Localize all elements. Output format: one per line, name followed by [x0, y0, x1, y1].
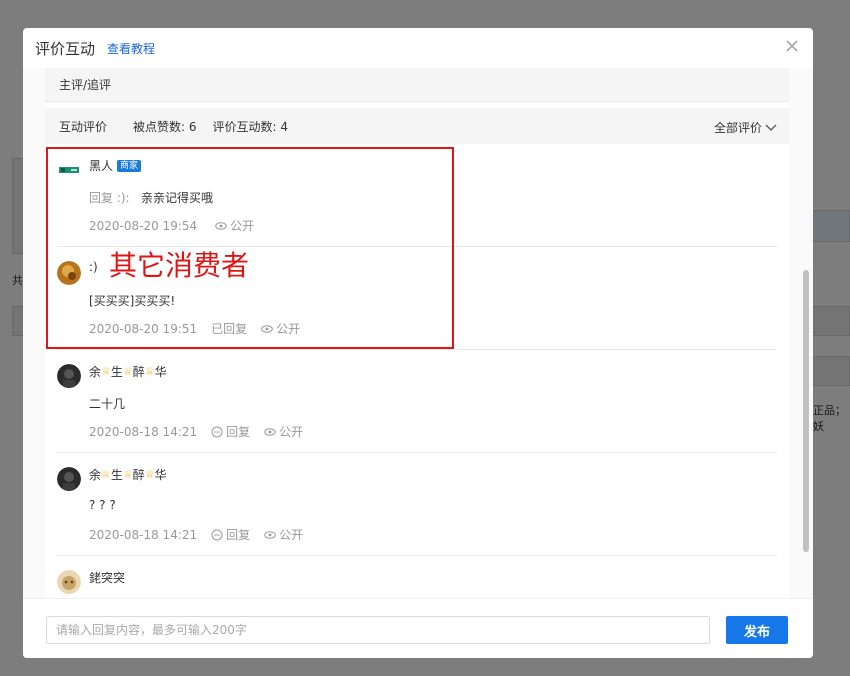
comment-body: 二十几 [89, 397, 126, 411]
reply-label: 回复 [226, 425, 251, 439]
list-item: 余 ♕ 生 ♕ 醉 ♕ 华 ? ? ? 2020-08-18 14:21 回复 公开 [57, 453, 777, 556]
visibility-label: 公开 [279, 425, 304, 439]
visibility: 公开 [215, 217, 254, 234]
comment-icon [211, 426, 223, 437]
interaction-count: 评价互动数: 4 [212, 119, 289, 134]
avatar [57, 364, 81, 388]
list-item: 余 ♕ 生 ♕ 醉 ♕ 华 二十几 2020-08-18 14:21 回复 公开 [57, 350, 777, 453]
visibility-label: 公开 [230, 219, 255, 233]
user-name-part: 醉 [132, 365, 145, 379]
close-icon[interactable] [785, 39, 801, 55]
reply-button[interactable]: 回复 [211, 526, 250, 543]
filter-label: 全部评价 [713, 121, 762, 135]
eye-icon [264, 427, 276, 436]
crown-icon: ♕ [101, 468, 111, 481]
user-name: 余 ♕ 生 ♕ 醉 ♕ 华 [89, 363, 167, 380]
timestamp: 2020-08-20 19:51 [89, 321, 198, 336]
crown-icon: ♕ [144, 468, 155, 481]
crown-icon: ♕ [122, 365, 133, 378]
dialog-footer: 发布 [23, 598, 813, 658]
publish-button[interactable]: 发布 [726, 616, 788, 644]
avatar [57, 467, 81, 491]
user-name-text: 黑人 [89, 159, 114, 173]
reply-button[interactable]: 回复 [211, 423, 250, 440]
likes-count: 被点赞数: 6 [133, 119, 197, 134]
visibility-label: 公开 [276, 322, 301, 336]
filter-dropdown[interactable]: 全部评价 [714, 119, 777, 136]
user-name-part: 华 [154, 365, 167, 379]
user-name-part: 余 [89, 468, 102, 482]
comment-body: ? ? ? [89, 498, 116, 512]
dialog-title: 评价互动 [35, 39, 96, 58]
dialog-header: 评价互动 查看教程 [23, 28, 813, 68]
user-name-part: 醉 [132, 468, 145, 482]
dialog-body: 主评/追评 互动评价 被点赞数: 6 评价互动数: 4 全部评价 黑人 商家 回… [23, 68, 813, 598]
user-name-part: 华 [154, 468, 167, 482]
reply-label: 回复 [226, 528, 251, 542]
reply-target: 回复 :): [89, 191, 130, 205]
visibility: 公开 [264, 526, 303, 543]
main-review-section: 主评/追评 [45, 68, 789, 102]
timestamp: 2020-08-20 19:54 [89, 218, 198, 233]
user-name: 黑人 商家 [89, 157, 142, 174]
timestamp: 2020-08-18 14:21 [89, 527, 198, 542]
eye-icon [264, 530, 276, 539]
crown-icon: ♕ [144, 365, 155, 378]
eye-icon [215, 221, 227, 230]
user-name: 余 ♕ 生 ♕ 醉 ♕ 华 [89, 466, 167, 483]
visibility: 公开 [261, 320, 300, 337]
user-name: :) [89, 260, 98, 274]
annotation-label: 其它消费者 [109, 249, 250, 282]
visibility: 公开 [264, 423, 303, 440]
comment-body: 亲亲记得买哦 [141, 191, 214, 205]
tutorial-link[interactable]: 查看教程 [107, 40, 155, 57]
interaction-header: 互动评价 被点赞数: 6 评价互动数: 4 全部评价 [45, 108, 789, 144]
comment-icon [211, 529, 223, 540]
comment-meta: 2020-08-20 19:51 已回复 公开 [89, 320, 300, 337]
comment-panel: 主评/追评 互动评价 被点赞数: 6 评价互动数: 4 全部评价 黑人 商家 回… [45, 68, 789, 598]
user-name-part: 余 [89, 365, 102, 379]
visibility-label: 公开 [279, 528, 304, 542]
avatar [57, 158, 81, 182]
user-name: 銠突突 [89, 571, 126, 585]
interaction-label: 互动评价 [59, 119, 108, 134]
avatar [57, 261, 81, 285]
comment-interaction-dialog: 评价互动 查看教程 主评/追评 互动评价 被点赞数: 6 评价互动数: 4 全部… [23, 28, 813, 658]
list-item: 黑人 商家 回复 :): 亲亲记得买哦 2020-08-20 19:54 公开 [57, 144, 777, 247]
timestamp: 2020-08-18 14:21 [89, 424, 198, 439]
chevron-down-icon [765, 124, 777, 131]
replied-status: 已回复 [211, 322, 248, 336]
merchant-badge: 商家 [117, 159, 142, 172]
comment-body: [买买买]买买买! [89, 294, 176, 308]
main-review-label: 主评/追评 [59, 78, 112, 92]
user-name-part: 生 [110, 365, 123, 379]
comment-meta: 2020-08-20 19:54 公开 [89, 217, 254, 234]
list-item: 銠突突 [57, 556, 777, 598]
comment-text: 回复 :): 亲亲记得买哦 [89, 189, 213, 206]
avatar [57, 570, 81, 594]
reply-input[interactable] [46, 616, 710, 644]
comment-meta: 2020-08-18 14:21 回复 公开 [89, 526, 303, 543]
comment-list: 黑人 商家 回复 :): 亲亲记得买哦 2020-08-20 19:54 公开 [45, 144, 789, 598]
comment-meta: 2020-08-18 14:21 回复 公开 [89, 423, 303, 440]
crown-icon: ♕ [122, 468, 133, 481]
scrollbar[interactable] [803, 68, 809, 598]
user-name-part: 生 [110, 468, 123, 482]
scrollbar-thumb[interactable] [803, 270, 809, 552]
crown-icon: ♕ [101, 365, 111, 378]
eye-icon [261, 324, 273, 333]
